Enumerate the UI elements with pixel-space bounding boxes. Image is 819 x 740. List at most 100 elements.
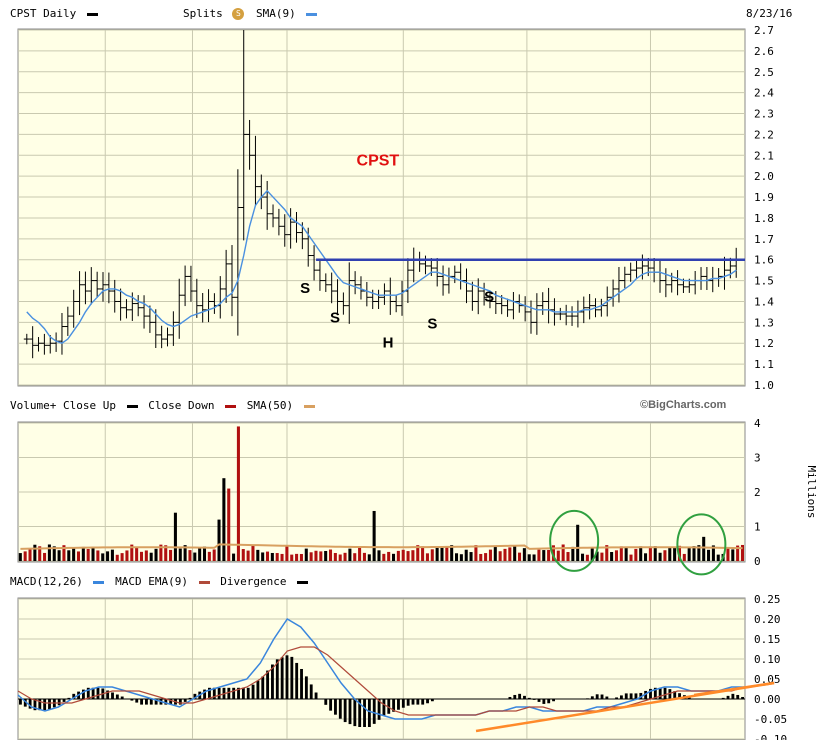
volume-bar <box>212 549 216 561</box>
volume-bar <box>96 550 100 561</box>
y-tick-label: 1.2 <box>754 337 774 350</box>
volume-bar <box>707 549 711 561</box>
y-tick-label: 1 <box>754 521 761 534</box>
y-tick-label: 3 <box>754 452 761 465</box>
volume-bar <box>358 547 362 561</box>
divergence-bar <box>372 699 376 724</box>
ema-label: MACD EMA(9) <box>115 575 188 588</box>
divergence-bar <box>149 699 153 705</box>
divergence-bar <box>406 699 410 706</box>
volume-bar <box>488 549 492 561</box>
volume-bar <box>115 554 119 561</box>
divergence-bar <box>48 699 51 710</box>
y-tick-label: 4 <box>754 417 761 430</box>
symbol-swatch <box>86 12 98 16</box>
volume-bar <box>222 478 226 561</box>
divergence-bar <box>547 699 551 704</box>
macd-label: MACD(12,26) <box>10 575 83 588</box>
volume-bar <box>716 554 720 561</box>
volume-bar <box>280 553 284 561</box>
volume-bar <box>72 548 76 561</box>
divergence-bar <box>135 699 139 703</box>
volume-bar <box>619 546 623 561</box>
volume-bar <box>503 548 507 561</box>
divergence-bar <box>266 670 270 699</box>
volume-bar <box>479 553 483 561</box>
splits-legend[interactable]: Splits S <box>183 7 245 20</box>
volume-bar <box>28 549 32 561</box>
volume-bar <box>314 550 318 561</box>
divergence-bar <box>421 699 425 705</box>
volume-bar <box>726 547 730 561</box>
divergence-bar <box>43 699 47 711</box>
y-tick-label: 1.9 <box>754 191 774 204</box>
volume-bar <box>207 551 211 561</box>
y-tick-label: 0.20 <box>754 613 781 626</box>
vol-sma-swatch <box>303 404 315 408</box>
volume-bar <box>469 552 473 561</box>
volume-tick-labels: 0 1 2 3 4 Millions <box>754 417 818 568</box>
volume-bar <box>731 549 735 561</box>
chart-title: CPST <box>357 153 400 170</box>
volume-bar <box>377 550 381 561</box>
divergence-bar <box>295 662 299 699</box>
ema-swatch <box>198 580 210 584</box>
s-badge-icon: S <box>232 8 245 20</box>
divergence-bar <box>338 699 342 719</box>
volume-bar <box>319 551 323 561</box>
volume-bar <box>188 550 192 561</box>
divergence-bar <box>217 687 221 699</box>
volume-bar <box>644 553 648 561</box>
divergence-bar <box>285 655 289 699</box>
volume-bar <box>610 551 614 561</box>
volume-bar <box>513 545 517 561</box>
divergence-bar <box>145 699 148 705</box>
volume-bar <box>343 552 347 561</box>
divergence-bar <box>736 694 740 699</box>
divergence-bar <box>275 659 279 699</box>
pattern-label: S <box>330 309 340 326</box>
volume-bar <box>464 549 468 561</box>
volume-bar <box>198 547 202 561</box>
volume-bar <box>537 549 541 561</box>
divergence-bar <box>619 695 623 699</box>
volume-bar <box>76 551 81 561</box>
volume-bar <box>265 551 270 561</box>
y-tick-label: 1.4 <box>754 295 774 308</box>
divergence-bar <box>309 684 313 699</box>
divergence-bar <box>111 692 114 699</box>
divergence-bar <box>329 699 333 711</box>
volume-bar <box>474 545 478 561</box>
y-tick-label: 0 <box>754 555 761 568</box>
volume-bar <box>256 549 260 561</box>
divergence-bar <box>658 687 662 699</box>
volume-bar <box>455 553 459 561</box>
volume-bar <box>144 550 148 561</box>
volume-bar <box>634 548 638 561</box>
volume-bar <box>639 546 643 561</box>
macd-tick-labels: 0.250.200.150.100.050.00-0.05-0.10 <box>754 593 787 740</box>
volume-bar <box>120 553 124 561</box>
volume-bar <box>241 549 245 561</box>
volume-bar <box>338 554 342 561</box>
y-tick-label: 2 <box>754 486 761 499</box>
volume-bar <box>614 550 618 561</box>
divergence-bar <box>367 699 371 727</box>
divergence-bar <box>246 687 250 699</box>
volume-bar <box>435 547 439 561</box>
divergence-bar <box>256 680 260 699</box>
volume-bar <box>227 488 231 561</box>
volume-bar <box>411 550 415 561</box>
volume-bar <box>585 554 589 561</box>
pattern-label: H <box>383 334 394 351</box>
volume-bar <box>663 550 667 561</box>
volume-bar <box>362 552 366 561</box>
volume-bar <box>333 552 337 561</box>
volume-bar <box>169 549 173 561</box>
volume-label: Volume+ <box>10 399 57 412</box>
volume-bar <box>406 551 410 561</box>
y-tick-label: 2.0 <box>754 170 774 183</box>
volume-bar <box>566 552 570 561</box>
divergence-bar <box>19 699 22 705</box>
volume-bar <box>232 553 236 561</box>
